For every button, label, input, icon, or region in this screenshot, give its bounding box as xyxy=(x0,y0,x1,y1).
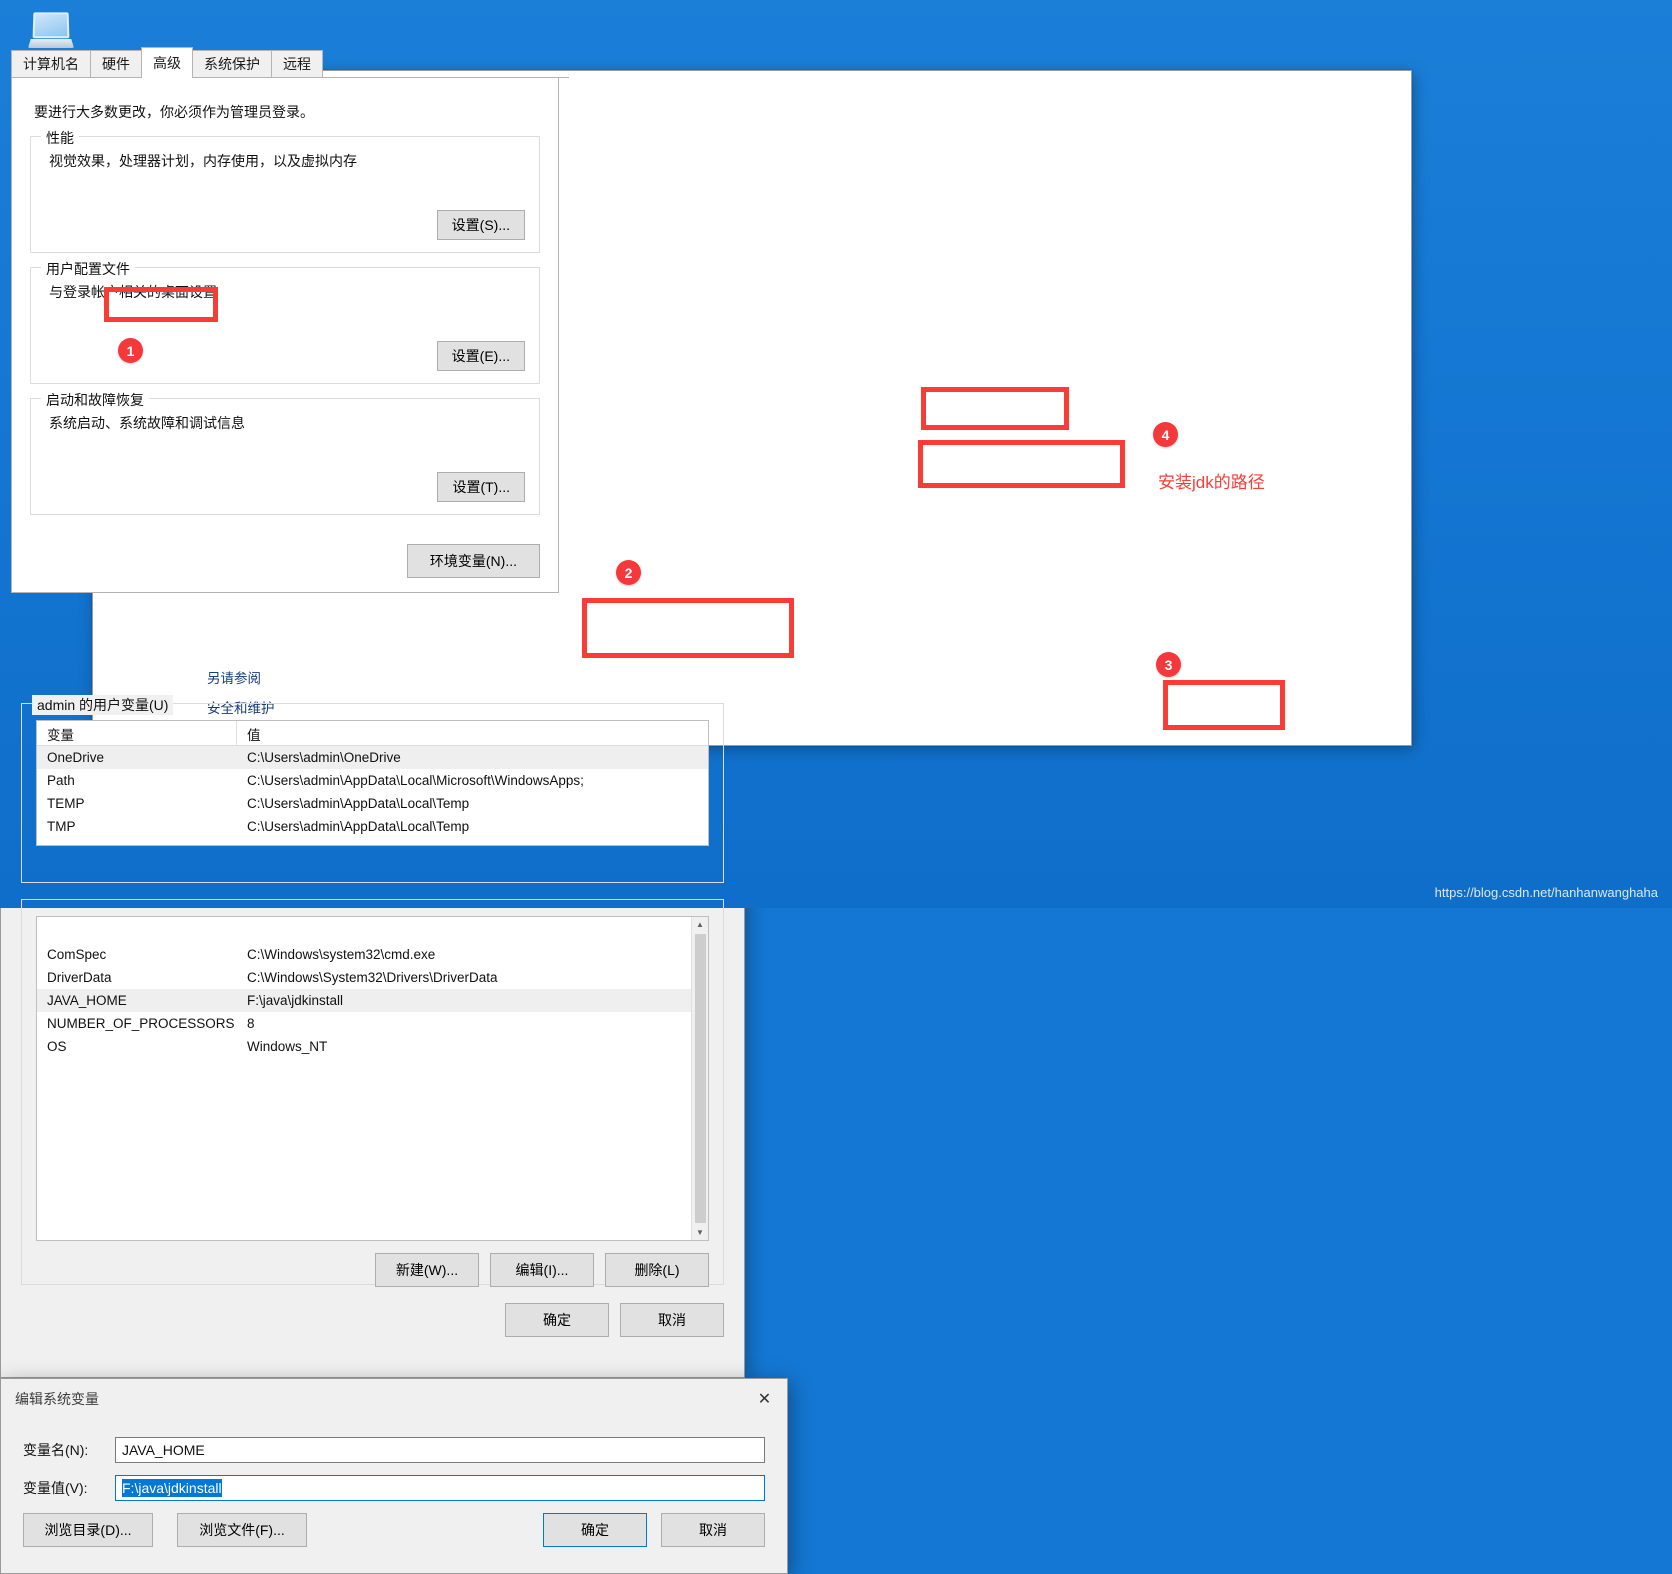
group-legend: 启动和故障恢复 xyxy=(41,390,149,410)
window-controls: ✕ xyxy=(742,1379,787,1419)
variable-name: ComSpec xyxy=(47,947,107,962)
performance-settings-button[interactable]: 设置(S)... xyxy=(436,210,525,240)
variable-value: C:\Windows\system32\cmd.exe xyxy=(247,947,436,962)
scrollbar-thumb[interactable] xyxy=(694,934,706,1223)
tab-hardware[interactable]: 硬件 xyxy=(90,50,142,77)
ok-button[interactable]: 确定 xyxy=(505,1303,609,1337)
variable-name: OneDrive xyxy=(47,750,105,765)
cancel-button[interactable]: 取消 xyxy=(620,1303,724,1337)
admin-notice: 要进行大多数更改，你必须作为管理员登录。 xyxy=(34,104,314,120)
variable-value: C:\Users\admin\AppData\Local\Microsoft\W… xyxy=(247,773,584,788)
table-row[interactable]: TEMP C:\Users\admin\AppData\Local\Temp xyxy=(37,792,708,815)
see-also-title: 另请参阅 xyxy=(207,671,261,686)
system-properties-dialog[interactable]: 系统属性 ✕ 计算机名 硬件 高级 系统保护 远程 要进行大多数更改，你必须作为… xyxy=(0,0,570,650)
this-pc-icon xyxy=(27,10,75,54)
variable-name-label: 变量名(N): xyxy=(23,1442,89,1458)
variable-name: NUMBER_OF_PROCESSORS xyxy=(47,1016,235,1031)
table-header: 变量 值 xyxy=(37,721,708,746)
group-performance: 性能 视觉效果，处理器计划，内存使用，以及虚拟内存 设置(S)... xyxy=(30,128,540,253)
annotation-note-jdk-path: 安装jdk的路径 xyxy=(1158,473,1265,492)
annotation-badge-1: 1 xyxy=(118,338,143,363)
group-description: 视觉效果，处理器计划，内存使用，以及虚拟内存 xyxy=(49,153,357,169)
edit-system-variable-dialog[interactable]: 编辑系统变量 ✕ 变量名(N): JAVA_HOME 变量值(V): F:\ja… xyxy=(0,1378,788,1574)
environment-variables-dialog[interactable]: 环境变量 ✕ admin 的用户变量(U) 变量 值 OneDrive C:\U… xyxy=(0,650,745,1378)
dialog-title: 编辑系统变量 xyxy=(15,1391,99,1407)
group-legend: admin 的用户变量(U) xyxy=(32,695,174,715)
table-row[interactable]: JAVA_HOME F:\java\jdkinstall xyxy=(37,989,691,1012)
scroll-up-arrow-icon[interactable]: ▲ xyxy=(696,917,704,932)
variable-name-input[interactable]: JAVA_HOME xyxy=(115,1437,765,1463)
column-header-value: 值 xyxy=(247,728,261,743)
table-row[interactable]: OneDrive C:\Users\admin\OneDrive xyxy=(37,746,708,769)
user-profiles-settings-button[interactable]: 设置(E)... xyxy=(436,341,525,371)
table-row[interactable]: ComSpec C:\Windows\system32\cmd.exe xyxy=(37,943,691,966)
variable-value-selected-text: F:\java\jdkinstall xyxy=(122,1479,222,1497)
tab-remote[interactable]: 远程 xyxy=(271,50,323,77)
startup-recovery-settings-button[interactable]: 设置(T)... xyxy=(437,472,525,502)
table-row[interactable]: DriverData C:\Windows\System32\Drivers\D… xyxy=(37,966,691,989)
variable-value: C:\Users\admin\OneDrive xyxy=(247,750,401,765)
variable-value: C:\Users\admin\AppData\Local\Temp xyxy=(247,796,470,811)
tab-computer-name[interactable]: 计算机名 xyxy=(11,50,91,77)
browse-directory-button[interactable]: 浏览目录(D)... xyxy=(23,1513,153,1547)
close-icon[interactable]: ✕ xyxy=(742,1379,787,1419)
column-header-variable: 变量 xyxy=(37,721,237,745)
annotation-badge-4: 4 xyxy=(1153,422,1178,447)
tab-page-advanced: 要进行大多数更改，你必须作为管理员登录。 性能 视觉效果，处理器计划，内存使用，… xyxy=(11,78,559,593)
dialog-titlebar: 编辑系统变量 ✕ xyxy=(1,1379,787,1419)
tab-system-protection[interactable]: 系统保护 xyxy=(192,50,272,77)
table-row[interactable]: TMP C:\Users\admin\AppData\Local\Temp xyxy=(37,815,708,838)
group-description: 系统启动、系统故障和调试信息 xyxy=(49,415,245,431)
variable-value: C:\Windows\System32\Drivers\DriverData xyxy=(247,970,498,985)
tab-bar[interactable]: 计算机名 硬件 高级 系统保护 远程 xyxy=(11,47,569,78)
variable-value: C:\Users\admin\AppData\Local\Temp xyxy=(247,819,470,834)
group-description: 与登录帐户相关的桌面设置 xyxy=(49,284,217,300)
edit-system-variable-button[interactable]: 编辑(I)... xyxy=(490,1253,594,1287)
group-legend: 用户配置文件 xyxy=(41,259,135,279)
delete-system-variable-button[interactable]: 删除(L) xyxy=(605,1253,709,1287)
ok-button[interactable]: 确定 xyxy=(543,1513,647,1547)
table-row[interactable]: NUMBER_OF_PROCESSORS 8 xyxy=(37,1012,691,1035)
variable-name: TMP xyxy=(47,819,76,834)
variable-value-label: 变量值(V): xyxy=(23,1480,88,1496)
user-variables-table[interactable]: 变量 值 OneDrive C:\Users\admin\OneDrive Pa… xyxy=(36,720,709,846)
variable-name: Path xyxy=(47,773,75,788)
group-system-variables: ComSpec C:\Windows\system32\cmd.exe Driv… xyxy=(21,899,724,1287)
group-user-profiles: 用户配置文件 与登录帐户相关的桌面设置 设置(E)... xyxy=(30,259,540,384)
cancel-button[interactable]: 取消 xyxy=(661,1513,765,1547)
watermark: https://blog.csdn.net/hanhanwanghaha xyxy=(1434,885,1658,900)
variable-name: JAVA_HOME xyxy=(47,993,127,1008)
variable-value: Windows_NT xyxy=(247,1039,328,1054)
scroll-down-arrow-icon[interactable]: ▼ xyxy=(696,1225,704,1240)
group-startup-recovery: 启动和故障恢复 系统启动、系统故障和调试信息 设置(T)... xyxy=(30,390,540,515)
variable-value: 8 xyxy=(247,1016,255,1031)
dialog-button-row: 确定 取消 xyxy=(1,1303,724,1337)
variable-name: DriverData xyxy=(47,970,112,985)
vertical-scrollbar[interactable]: ▲ ▼ xyxy=(691,917,708,1240)
annotation-badge-2: 2 xyxy=(616,560,641,585)
variable-name-row: 变量名(N): JAVA_HOME xyxy=(23,1437,765,1463)
new-system-variable-button[interactable]: 新建(W)... xyxy=(375,1253,479,1287)
tab-advanced[interactable]: 高级 xyxy=(141,47,193,78)
group-user-variables: admin 的用户变量(U) 变量 值 OneDrive C:\Users\ad… xyxy=(21,695,724,883)
browse-file-button[interactable]: 浏览文件(F)... xyxy=(177,1513,307,1547)
table-row[interactable]: OS Windows_NT xyxy=(37,1035,691,1058)
table-row[interactable]: Path C:\Users\admin\AppData\Local\Micros… xyxy=(37,769,708,792)
variable-value-row: 变量值(V): F:\java\jdkinstall xyxy=(23,1475,765,1501)
variable-name: OS xyxy=(47,1039,67,1054)
group-legend: 性能 xyxy=(41,128,79,148)
system-variables-table[interactable]: ComSpec C:\Windows\system32\cmd.exe Driv… xyxy=(36,916,709,1241)
variable-name: TEMP xyxy=(47,796,85,811)
annotation-badge-3: 3 xyxy=(1156,652,1181,677)
variable-value-input[interactable]: F:\java\jdkinstall xyxy=(115,1475,765,1501)
variable-value: F:\java\jdkinstall xyxy=(247,993,344,1008)
environment-variables-button[interactable]: 环境变量(N)... xyxy=(406,544,540,578)
